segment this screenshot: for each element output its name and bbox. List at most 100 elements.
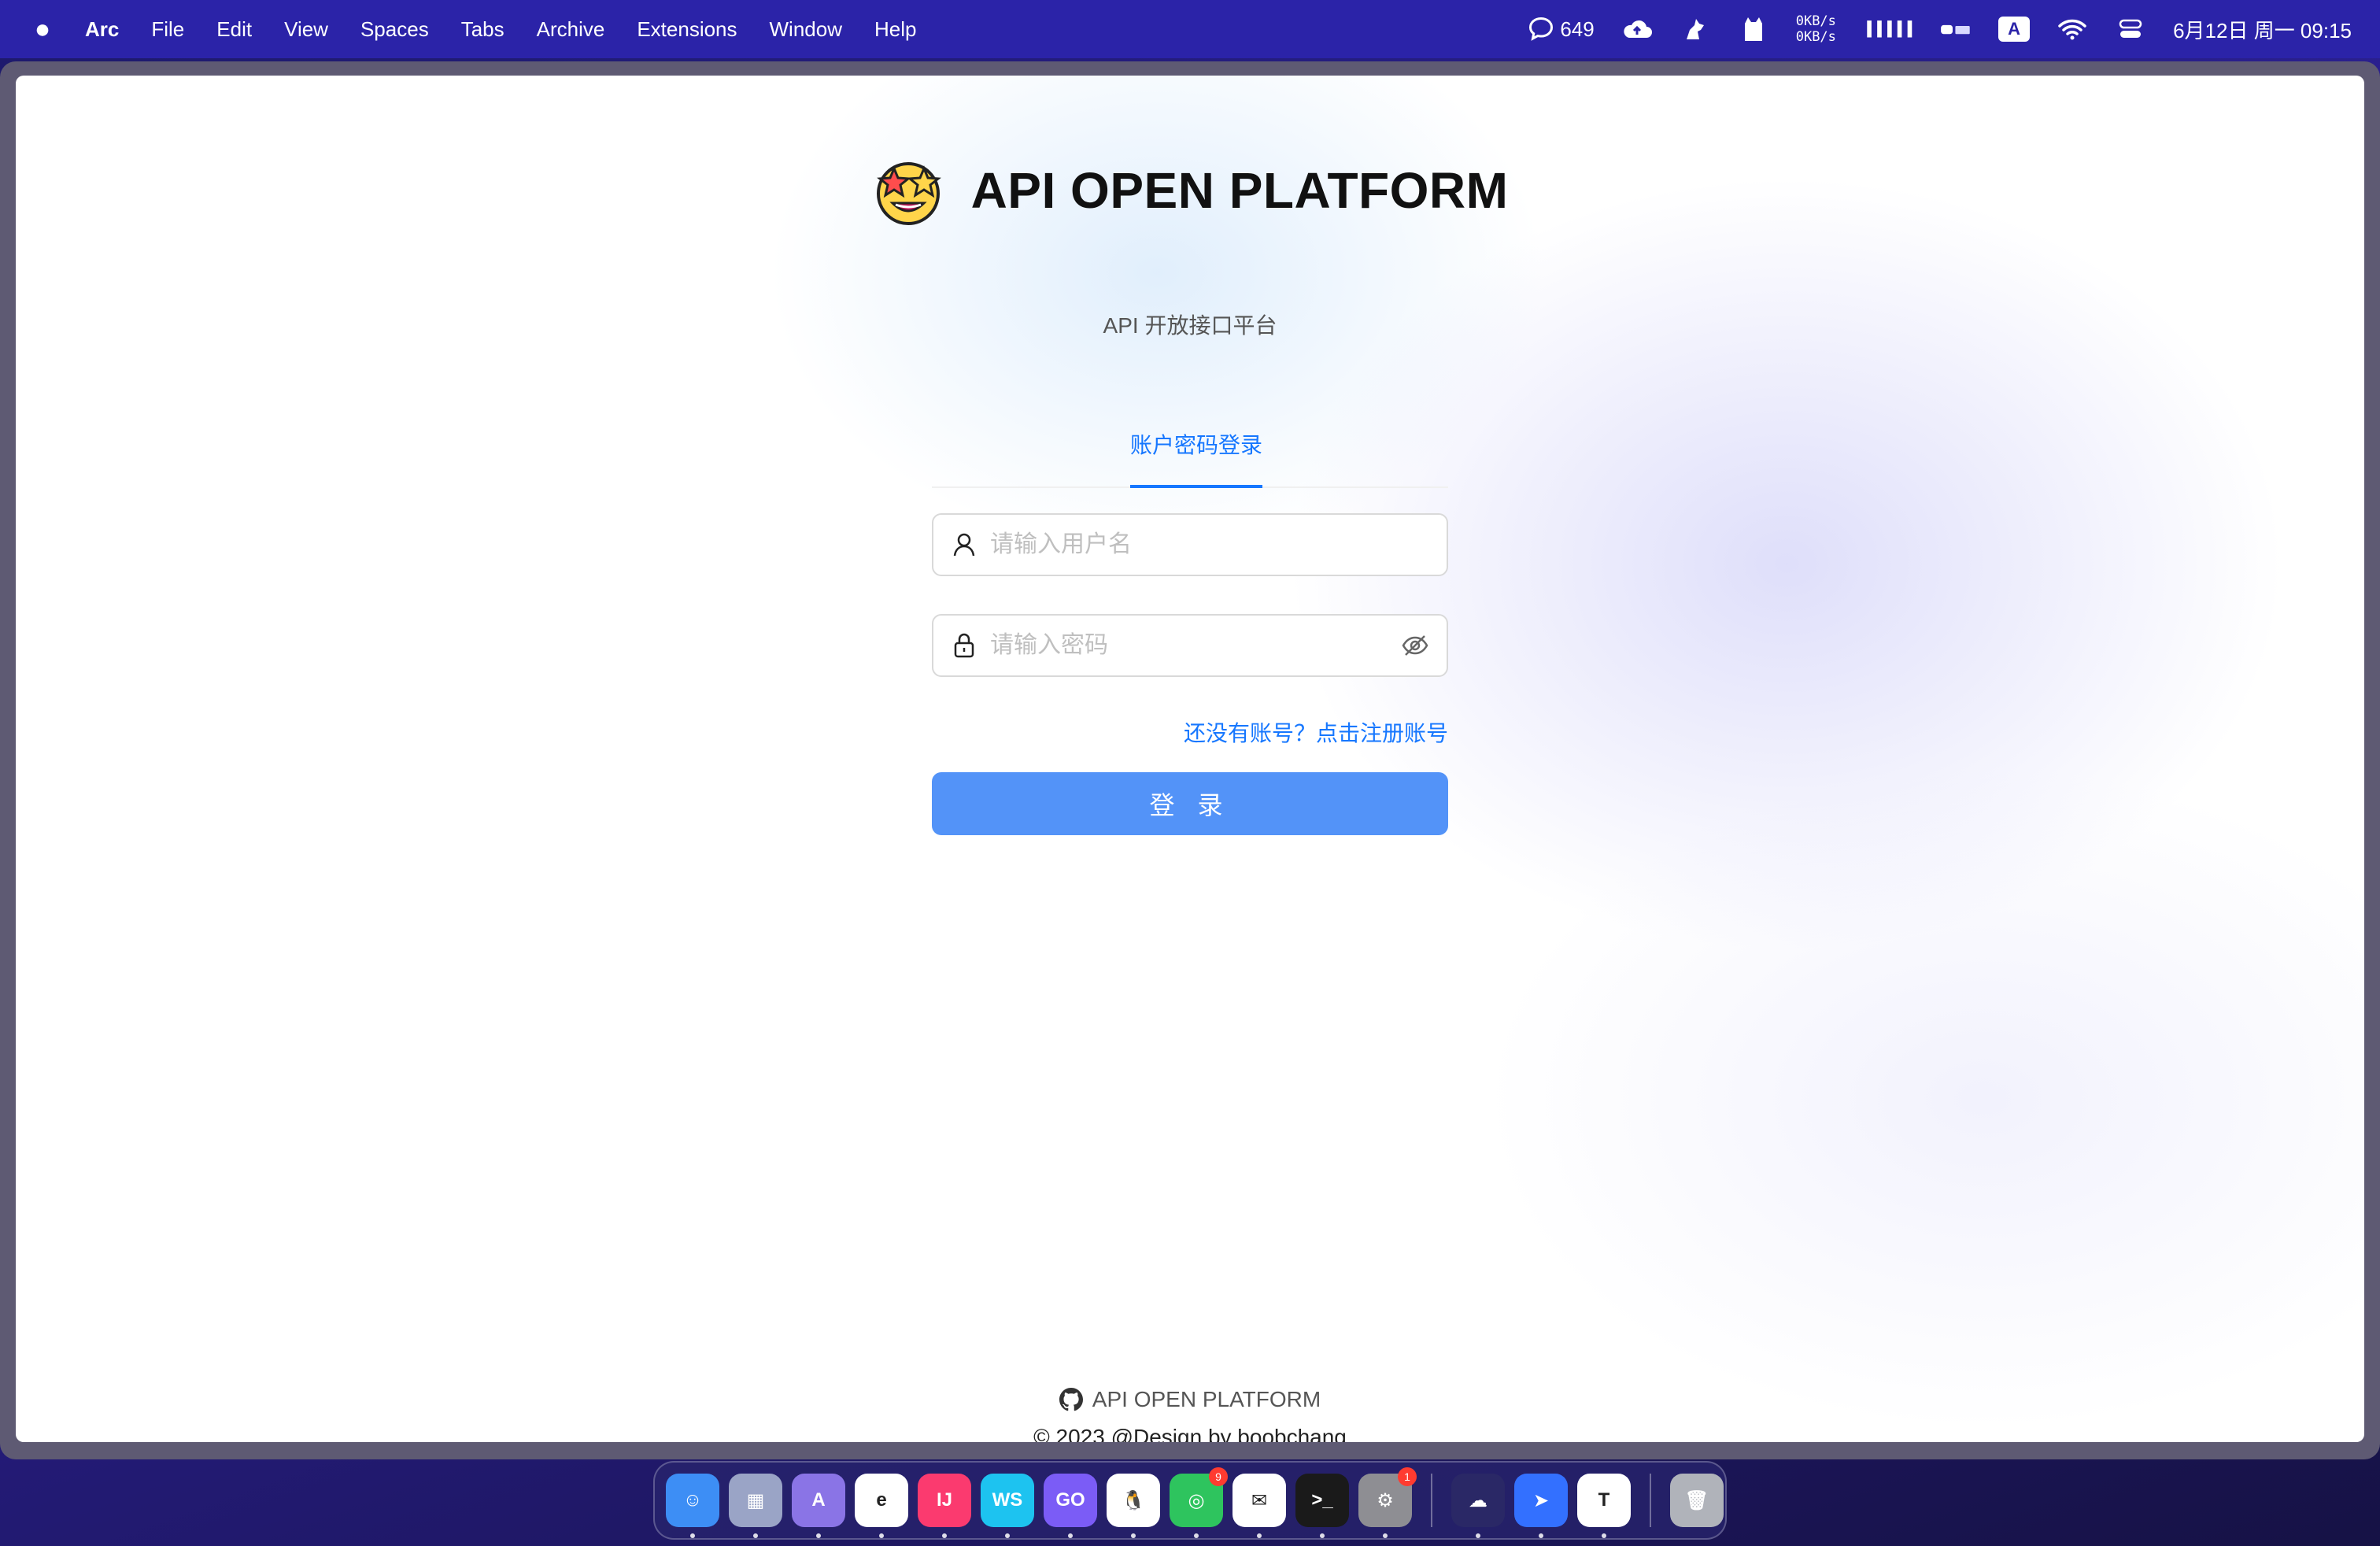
page-title: API OPEN PLATFORM [970, 162, 1509, 219]
settings-badge: 1 [1398, 1467, 1417, 1486]
goland-icon: GO [1055, 1489, 1085, 1511]
intellij-idea-icon: IJ [936, 1489, 952, 1511]
terminal-icon: >_ [1311, 1489, 1333, 1511]
running-indicator [942, 1533, 947, 1538]
running-indicator [1476, 1533, 1480, 1538]
star-struck-emoji-logo [876, 162, 941, 225]
menu-file[interactable]: File [151, 17, 184, 42]
webstorm-icon: WS [992, 1489, 1023, 1511]
dock-app-cloud-app[interactable]: ☁ [1451, 1474, 1505, 1538]
login-button[interactable]: 登 录 [932, 772, 1448, 835]
control-center-icon[interactable] [2115, 13, 2146, 45]
dock-app-feishu[interactable]: ➤ [1514, 1474, 1568, 1538]
running-indicator [690, 1533, 695, 1538]
footer-repo-text: API OPEN PLATFORM [1092, 1387, 1321, 1411]
dock-app-terminal[interactable]: >_ [1295, 1474, 1349, 1538]
trash-icon: 🗑 [1684, 1489, 1709, 1511]
menu-tabs[interactable]: Tabs [461, 17, 504, 42]
cloud-app-icon: ☁ [1469, 1489, 1488, 1511]
system-settings-icon: ⚙ [1377, 1489, 1394, 1511]
menu-app-name[interactable]: Arc [85, 17, 119, 42]
username-input[interactable] [990, 531, 1429, 558]
wifi-icon[interactable] [2057, 13, 2088, 45]
register-link[interactable]: 还没有账号？点击注册账号 [932, 716, 1448, 748]
running-indicator [1320, 1533, 1325, 1538]
login-page: API OPEN PLATFORM API 开放接口平台 账户密码登录 请输入用… [16, 76, 2364, 1442]
running-indicator [1005, 1533, 1010, 1538]
edge-dev-icon: e [876, 1489, 887, 1511]
chat-status-item[interactable]: 649 [1527, 15, 1595, 43]
menu-archive[interactable]: Archive [537, 17, 605, 42]
menu-edit[interactable]: Edit [216, 17, 252, 42]
dock-app-edge-dev[interactable]: e [855, 1474, 908, 1538]
launchpad-icon: ▦ [746, 1489, 765, 1511]
password-field[interactable] [932, 614, 1448, 677]
running-indicator [879, 1533, 884, 1538]
menu-extensions[interactable]: Extensions [637, 17, 737, 42]
dock-separator [1431, 1474, 1432, 1527]
dock-app-messages[interactable]: ✉ [1232, 1474, 1286, 1538]
eye-invisible-icon[interactable] [1401, 631, 1429, 660]
menu-help[interactable]: Help [874, 17, 916, 42]
input-method-badge[interactable]: A [1998, 17, 2031, 42]
network-speed: 0KB/s 0KB/s [1796, 13, 1836, 45]
net-upload: 0KB/s [1795, 13, 1836, 29]
running-indicator [1131, 1533, 1136, 1538]
chat-bubble-icon [1529, 17, 1554, 41]
menu-spaces[interactable]: Spaces [360, 17, 429, 42]
dock-app-goland[interactable]: GO [1044, 1474, 1097, 1538]
dock-app-webstorm[interactable]: WS [981, 1474, 1034, 1538]
cat-icon[interactable] [1738, 13, 1769, 45]
qq-icon: 🐧 [1122, 1489, 1145, 1511]
menubar-datetime[interactable]: 6月12日 周一 09:15 [2173, 15, 2352, 44]
running-indicator [1257, 1533, 1262, 1538]
robot-icon[interactable] [1940, 13, 1972, 45]
wechat-icon: ◎ [1188, 1489, 1205, 1511]
typora-icon: T [1598, 1489, 1610, 1511]
feishu-icon: ➤ [1532, 1489, 1550, 1511]
chat-count: 649 [1560, 17, 1595, 41]
running-indicator [1383, 1533, 1388, 1538]
running-indicator [753, 1533, 758, 1538]
login-tabs: 账户密码登录 [932, 414, 1448, 488]
footer-repo-link[interactable]: API OPEN PLATFORM [16, 1387, 2364, 1412]
dock-app-arc[interactable]: A [792, 1474, 845, 1538]
dock-app-typora[interactable]: T [1577, 1474, 1631, 1538]
dock-separator [1650, 1474, 1651, 1527]
username-field[interactable] [932, 513, 1448, 576]
system-stats-icon[interactable]: ▐▐▐▐▐ [1863, 21, 1913, 38]
dock-app-qq[interactable]: 🐧 [1107, 1474, 1160, 1538]
running-indicator [816, 1533, 821, 1538]
dock-app-wechat[interactable]: ◎ 9 [1170, 1467, 1228, 1538]
apple-menu-icon[interactable]: ● [0, 14, 85, 45]
tab-account-password[interactable]: 账户密码登录 [1130, 414, 1262, 488]
unicorn-icon[interactable] [1680, 13, 1711, 45]
dock-app-finder[interactable]: ☺ [666, 1474, 719, 1538]
running-indicator [1602, 1533, 1606, 1538]
password-input[interactable] [990, 632, 1401, 659]
macos-dock: ☺ ▦ Ae IJ WS GO 🐧 ◎ 9 ✉ >_ ⚙ 1 ☁ ➤ T 🗑 [653, 1461, 1727, 1540]
browser-window: API OPEN PLATFORM API 开放接口平台 账户密码登录 请输入用… [0, 61, 2380, 1459]
finder-icon: ☺ [682, 1489, 703, 1511]
dock-app-system-settings[interactable]: ⚙ 1 [1358, 1467, 1417, 1538]
dock-app-launchpad[interactable]: ▦ [729, 1474, 782, 1538]
net-download: 0KB/s [1795, 29, 1836, 45]
github-icon [1059, 1388, 1083, 1411]
brand-header: API OPEN PLATFORM [16, 154, 2364, 227]
dock-app-intellij-idea[interactable]: IJ [918, 1474, 971, 1538]
page-subtitle: API 开放接口平台 [1103, 313, 1277, 338]
cloud-upload-icon[interactable] [1621, 13, 1653, 45]
running-indicator [1068, 1533, 1073, 1538]
menu-view[interactable]: View [284, 17, 328, 42]
macos-menu-bar: ● Arc File Edit View Spaces Tabs Archive… [0, 0, 2380, 58]
arc-icon: A [811, 1489, 826, 1511]
messages-icon: ✉ [1251, 1489, 1268, 1511]
menu-window[interactable]: Window [770, 17, 842, 42]
running-indicator [1194, 1533, 1199, 1538]
running-indicator [1539, 1533, 1543, 1538]
user-icon [953, 533, 975, 557]
lock-icon [954, 633, 974, 658]
footer-copyright: © 2023 @Design by boobchang [1033, 1425, 1347, 1442]
menubar-status-area: 649 0KB/s 0KB/s ▐▐▐▐▐ A 6月12日 周一 09:15 [1527, 0, 2352, 58]
dock-app-trash[interactable]: 🗑 [1670, 1474, 1724, 1527]
